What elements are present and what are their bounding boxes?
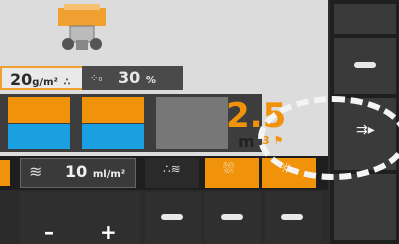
dash-indicator [161,214,183,220]
section-empty [156,97,228,149]
humidity-icon: ⁘₀ [90,73,102,84]
right-softkey-1[interactable] [334,38,396,94]
nozzle-icon: ⛆ [223,161,235,177]
nozzle-tile[interactable]: ⛆ [205,158,259,188]
spray-mode-tile[interactable]: ∴≋ [145,158,199,188]
minus-button[interactable]: – [44,220,54,244]
spray-rate-box[interactable]: ≋ 10 ml/m² [20,158,136,188]
dash-indicator [354,62,376,68]
spread-width-unit: m [238,132,255,151]
right-softkey-top[interactable] [334,4,396,34]
spray-value: 10 [65,162,88,181]
grains-icon: ∴ [63,77,71,88]
adjust-key-group[interactable]: – + [20,192,140,244]
dash-indicator [221,214,243,220]
section-fill-bottom [82,124,144,149]
section-fill-top [8,97,70,123]
section-fill-bottom [8,124,70,149]
orange-tab [0,160,10,186]
section-fill-top [82,97,144,123]
softkey-1[interactable] [145,192,201,244]
spread-width-bar [0,94,262,152]
spray-humidity-icon: ∴≋ [163,162,181,176]
softkey-3[interactable] [265,192,321,244]
spray-unit: ml/m² [92,169,126,180]
spreader-machine-icon [58,4,106,50]
rate-box[interactable]: 20g/m² ∴ [0,66,82,90]
wave-icon: ≋ [29,162,43,181]
plus-button[interactable]: + [100,220,117,244]
rate-unit: g/m² [32,77,58,88]
dash-indicator [281,214,303,220]
humidity-value: 30 [118,68,141,87]
right-softkey-3[interactable] [334,174,396,240]
humidity-unit: % [145,75,156,86]
svg-text:⁘₀: ⁘₀ [90,73,102,84]
highlight-ellipse [258,96,399,180]
rate-value: 20 [10,70,33,89]
rate-status-strip: 20g/m² ∴ ⁘₀ 30 % [0,66,183,90]
softkey-2[interactable] [205,192,261,244]
